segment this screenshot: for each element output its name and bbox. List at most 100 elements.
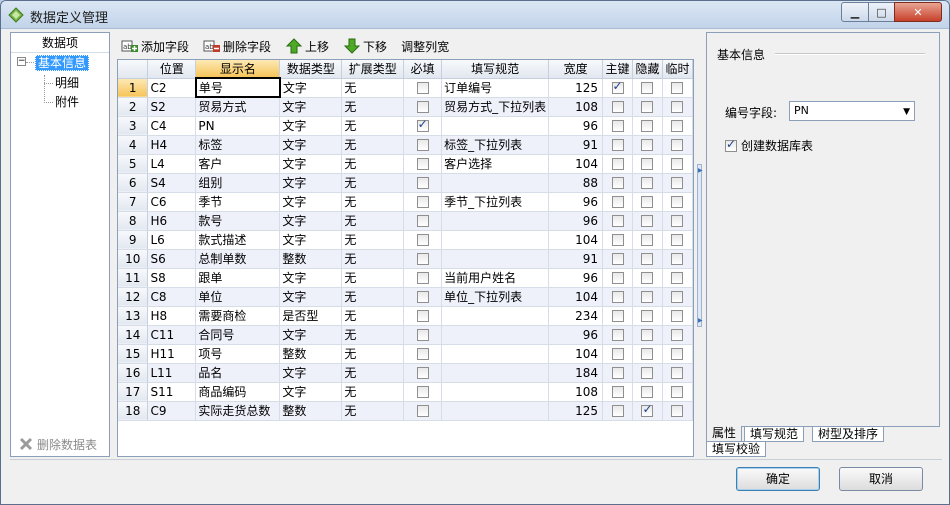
temporary-cell[interactable] <box>662 344 693 364</box>
table-row[interactable]: 7 C6 季节 文字无 季节_下拉列表 96 <box>118 192 693 212</box>
fill-rule-cell[interactable]: 订单编号 <box>441 78 550 98</box>
checkbox[interactable] <box>641 101 654 113</box>
display-name-cell[interactable]: 组别 <box>195 173 281 193</box>
tab-fill-validation[interactable]: 填写校验 <box>706 441 767 457</box>
display-name-cell[interactable]: PN <box>195 116 281 136</box>
required-cell[interactable] <box>403 192 443 212</box>
temporary-cell[interactable] <box>662 230 693 250</box>
ext-type-cell[interactable]: 无 <box>341 97 405 117</box>
primary-key-cell[interactable] <box>602 230 634 250</box>
position-cell[interactable]: C2 <box>147 78 197 98</box>
primary-key-cell[interactable] <box>602 116 634 136</box>
checkbox[interactable] <box>611 139 624 151</box>
width-cell[interactable]: 184 <box>548 363 604 383</box>
hidden-cell[interactable] <box>632 154 663 174</box>
checkbox[interactable] <box>611 215 624 227</box>
row-number[interactable]: 12 <box>118 287 149 307</box>
checkbox[interactable] <box>611 329 624 341</box>
checkbox[interactable] <box>671 367 684 379</box>
column-header[interactable]: 显示名 <box>195 60 281 79</box>
position-cell[interactable]: S11 <box>147 382 197 402</box>
checkbox[interactable] <box>416 348 429 360</box>
checkbox[interactable] <box>641 82 654 94</box>
required-cell[interactable] <box>403 325 443 345</box>
checkbox[interactable] <box>611 272 624 284</box>
checkbox[interactable] <box>611 79 624 94</box>
hidden-cell[interactable] <box>632 78 663 98</box>
delete-field-button[interactable]: ab 删除字段 <box>199 35 275 57</box>
checkbox[interactable] <box>641 272 654 284</box>
adjust-width-button[interactable]: 调整列宽 <box>397 35 453 57</box>
hidden-cell[interactable] <box>632 344 663 364</box>
checkbox[interactable] <box>416 215 429 227</box>
data-type-cell[interactable]: 文字 <box>279 135 343 155</box>
row-number[interactable]: 6 <box>118 173 149 193</box>
checkbox[interactable] <box>416 101 429 113</box>
table-row[interactable]: 1 C2 单号 文字无 订单编号 125 <box>118 77 693 98</box>
checkbox[interactable] <box>416 386 429 398</box>
column-header[interactable]: 隐藏 <box>632 60 663 79</box>
fill-rule-cell[interactable] <box>441 382 550 402</box>
tree-item-attachments[interactable]: 附件 <box>55 93 79 111</box>
table-row[interactable]: 14 C11 合同号 文字无 96 <box>118 325 693 345</box>
checkbox[interactable] <box>641 120 654 132</box>
display-name-cell[interactable]: 标签 <box>195 135 281 155</box>
hidden-cell[interactable] <box>632 192 663 212</box>
tab-fill-rules[interactable]: 填写规范 <box>744 426 805 442</box>
hidden-cell[interactable] <box>632 306 663 326</box>
hidden-cell[interactable] <box>632 230 663 250</box>
width-cell[interactable]: 104 <box>548 344 604 364</box>
width-cell[interactable]: 234 <box>548 306 604 326</box>
display-name-cell[interactable]: 款式描述 <box>195 230 281 250</box>
ext-type-cell[interactable]: 无 <box>341 268 405 288</box>
tree-collapse-icon[interactable]: − <box>17 57 26 66</box>
required-cell[interactable] <box>403 249 443 269</box>
checkbox[interactable] <box>611 291 624 303</box>
required-cell[interactable] <box>403 401 443 421</box>
fill-rule-cell[interactable] <box>441 116 550 136</box>
primary-key-cell[interactable] <box>602 382 634 402</box>
title-bar[interactable]: 数据定义管理 ▁ □ ✕ <box>1 1 949 29</box>
ext-type-cell[interactable]: 无 <box>341 173 405 193</box>
primary-key-cell[interactable] <box>602 401 634 421</box>
temporary-cell[interactable] <box>662 192 693 212</box>
temporary-cell[interactable] <box>662 382 693 402</box>
checkbox[interactable] <box>611 234 624 246</box>
row-number[interactable]: 10 <box>118 249 149 269</box>
temporary-cell[interactable] <box>662 401 693 421</box>
checkbox[interactable] <box>611 253 624 265</box>
position-cell[interactable]: C8 <box>147 287 197 307</box>
required-cell[interactable] <box>403 97 443 117</box>
table-row[interactable]: 12 C8 单位 文字无 单位_下拉列表 104 <box>118 287 693 307</box>
checkbox[interactable] <box>416 139 429 151</box>
temporary-cell[interactable] <box>662 287 693 307</box>
primary-key-cell[interactable] <box>602 306 634 326</box>
data-type-cell[interactable]: 整数 <box>279 249 343 269</box>
primary-key-cell[interactable] <box>602 135 634 155</box>
fill-rule-cell[interactable] <box>441 173 550 193</box>
row-number[interactable]: 7 <box>118 192 149 212</box>
primary-key-cell[interactable] <box>602 363 634 383</box>
checkbox[interactable] <box>671 348 684 360</box>
data-type-cell[interactable]: 文字 <box>279 268 343 288</box>
ext-type-cell[interactable]: 无 <box>341 230 405 250</box>
data-type-cell[interactable]: 文字 <box>279 154 343 174</box>
display-name-cell[interactable]: 单位 <box>195 287 281 307</box>
hidden-cell[interactable] <box>632 401 663 421</box>
width-cell[interactable]: 96 <box>548 192 604 212</box>
primary-key-cell[interactable] <box>602 268 634 288</box>
data-type-cell[interactable]: 文字 <box>279 230 343 250</box>
ext-type-cell[interactable]: 无 <box>341 249 405 269</box>
ext-type-cell[interactable]: 无 <box>341 325 405 345</box>
width-cell[interactable]: 108 <box>548 382 604 402</box>
primary-key-cell[interactable] <box>602 325 634 345</box>
checkbox[interactable] <box>611 101 624 113</box>
checkbox[interactable] <box>641 329 654 341</box>
primary-key-cell[interactable] <box>602 97 634 117</box>
ext-type-cell[interactable]: 无 <box>341 401 405 421</box>
width-cell[interactable]: 104 <box>548 154 604 174</box>
data-type-cell[interactable]: 文字 <box>279 211 343 231</box>
checkbox[interactable] <box>671 310 684 322</box>
position-cell[interactable]: H11 <box>147 344 197 364</box>
hidden-cell[interactable] <box>632 363 663 383</box>
